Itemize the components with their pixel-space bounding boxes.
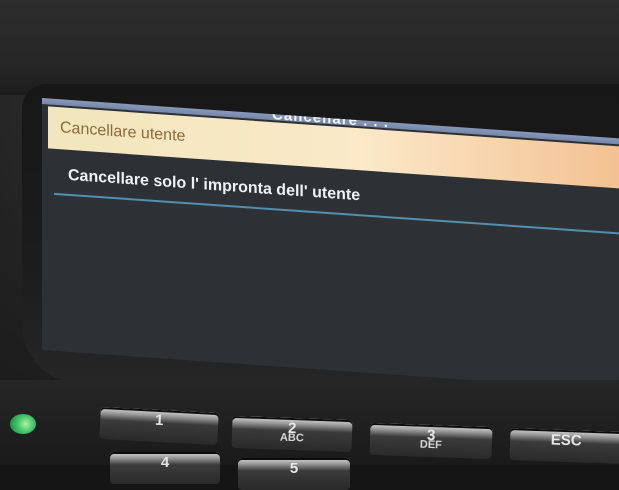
key-3[interactable]: 3 DEF — [369, 422, 493, 460]
key-1-label: 1 — [154, 411, 164, 430]
key-5-label: 5 — [289, 460, 299, 477]
lcd-screen: Cancellare . . . Cancellare utente Cance… — [42, 98, 619, 391]
key-esc[interactable]: ESC — [509, 428, 619, 464]
time-attendance-terminal: Cancellare . . . Cancellare utente Cance… — [0, 0, 619, 490]
key-4[interactable]: 4 — [110, 452, 220, 484]
key-1[interactable]: 1 — [99, 406, 219, 446]
key-4-label: 4 — [160, 454, 170, 471]
key-2[interactable]: 2 ABC — [231, 415, 353, 453]
key-5[interactable]: 5 — [238, 458, 350, 490]
key-esc-label: ESC — [550, 431, 582, 450]
status-led-icon — [10, 414, 36, 434]
device-top-surface — [0, 0, 619, 95]
